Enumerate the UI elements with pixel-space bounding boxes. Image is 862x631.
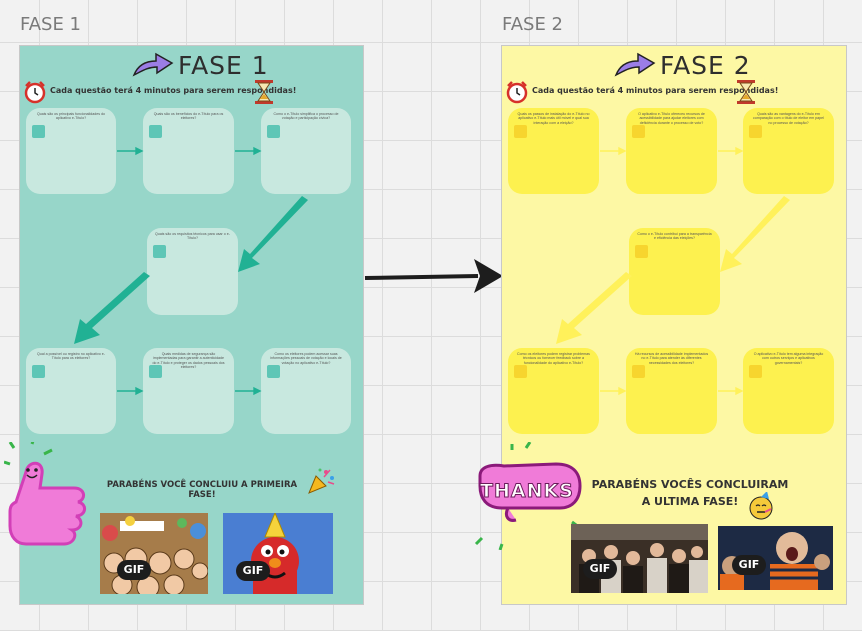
- flow-arrow-head: [135, 386, 144, 396]
- gif-stadium-crowd[interactable]: GIF: [571, 524, 708, 593]
- gif-badge: GIF: [732, 555, 766, 575]
- gif-elmo-party[interactable]: GIF: [223, 513, 333, 594]
- sticky-note[interactable]: [514, 125, 527, 138]
- thanks-sticker-text: THANKS: [480, 480, 574, 503]
- question-card[interactable]: Quais são as vantagens do e-Título em co…: [743, 108, 834, 194]
- question-text: Há recursos de acessibilidade implementa…: [634, 352, 709, 365]
- alarm-clock-icon: [24, 81, 46, 104]
- question-text: Quais são os benefícios do e-Título para…: [153, 112, 224, 121]
- flow-arrow-head: [735, 146, 744, 156]
- question-card[interactable]: O aplicativo e-Título tem alguma integra…: [743, 348, 834, 434]
- flow-arrow-head: [618, 146, 627, 156]
- gif-badge: GIF: [117, 560, 151, 580]
- question-card[interactable]: Quais os passos de instalação do e-Títul…: [508, 108, 599, 194]
- sticky-note[interactable]: [749, 365, 762, 378]
- diagonal-arrow: [238, 196, 308, 272]
- frame-label-fase-1[interactable]: FASE 1: [20, 14, 81, 35]
- sticky-note[interactable]: [635, 245, 648, 258]
- question-text: Como os eleitores podem acessar suas inf…: [270, 352, 342, 365]
- diagonal-arrow: [74, 272, 150, 344]
- question-text: Quais são as vantagens do e-Título em co…: [753, 112, 824, 125]
- question-card[interactable]: Como o e-Título contribui para a transpa…: [629, 228, 720, 315]
- sticky-note[interactable]: [632, 125, 645, 138]
- sticky-note[interactable]: [149, 365, 162, 378]
- flow-arrow-head: [253, 386, 262, 396]
- sticky-note[interactable]: [514, 365, 527, 378]
- question-card[interactable]: O aplicativo e-Título ofereceu recursos …: [626, 108, 717, 194]
- question-text: Quais são os principais funcionalidades …: [36, 112, 106, 121]
- board-fase-1[interactable]: FASE 1 Cada questão terá 4 minutos para …: [4, 45, 364, 605]
- congrats-message: PARABÉNS VOCÊ CONCLUIU A PRIMEIRA FASE!: [106, 480, 298, 500]
- gif-excited-fan[interactable]: GIF: [718, 526, 833, 590]
- sticky-note[interactable]: [749, 125, 762, 138]
- hourglass-icon: [737, 80, 755, 104]
- thumbs-up-icon: [4, 442, 86, 546]
- gif-thumbnail: [100, 513, 208, 594]
- sticky-note[interactable]: [153, 245, 166, 258]
- question-text: Qual a possível ou registro no aplicativ…: [37, 352, 105, 361]
- sticky-note[interactable]: [149, 125, 162, 138]
- gif-badge: GIF: [236, 561, 270, 581]
- question-card[interactable]: Como os eleitores podem registrar proble…: [508, 348, 599, 434]
- question-text: Quais medidas de segurança são implement…: [152, 352, 225, 370]
- pointing-arrow-icon: [132, 52, 174, 77]
- question-text: Quais são os requisitos técnicos para us…: [155, 232, 230, 241]
- pointing-arrow-icon: [614, 52, 656, 77]
- gif-badge: GIF: [583, 559, 617, 579]
- hourglass-icon: [255, 80, 273, 104]
- flow-arrow-head: [735, 386, 744, 396]
- question-card[interactable]: Quais são os principais funcionalidades …: [26, 108, 116, 194]
- alarm-clock-icon: [506, 81, 528, 104]
- sticky-note[interactable]: [32, 125, 45, 138]
- question-text: O aplicativo e-Título tem alguma integra…: [753, 352, 824, 365]
- question-card[interactable]: Qual a possível ou registro no aplicativ…: [26, 348, 116, 434]
- frame-label-fase-2[interactable]: FASE 2: [502, 14, 563, 35]
- board-title: FASE 1: [178, 51, 269, 80]
- sticky-note[interactable]: [267, 125, 280, 138]
- gif-celebration-crowd[interactable]: GIF: [100, 513, 208, 594]
- board-fase-2[interactable]: FASE 2 Cada questão terá 4 minutos para …: [474, 45, 847, 605]
- gif-thumbnail: [223, 513, 333, 594]
- question-text: Como o e-Título contribui para a transpa…: [637, 232, 712, 241]
- sticky-note[interactable]: [32, 365, 45, 378]
- question-text: Quais os passos de instalação do e-Títul…: [517, 112, 590, 125]
- board-title: FASE 2: [660, 51, 751, 80]
- flow-arrow-head: [253, 146, 262, 156]
- question-card[interactable]: Como os eleitores podem acessar suas inf…: [261, 348, 351, 434]
- question-card[interactable]: Quais medidas de segurança são implement…: [143, 348, 234, 434]
- sticky-note[interactable]: [632, 365, 645, 378]
- party-face-icon: [749, 492, 773, 520]
- sticky-note[interactable]: [267, 365, 280, 378]
- question-text: O aplicativo e-Título ofereceu recursos …: [638, 112, 705, 125]
- flow-arrow-head: [135, 146, 144, 156]
- question-card[interactable]: Há recursos de acessibilidade implementa…: [626, 348, 717, 434]
- diagonal-arrow: [720, 196, 790, 272]
- party-popper-icon: [308, 468, 335, 494]
- question-card[interactable]: Quais são os requisitos técnicos para us…: [147, 228, 238, 315]
- question-text: Como os eleitores podem registrar proble…: [517, 352, 590, 365]
- diagonal-arrow: [556, 272, 632, 344]
- flow-arrow-head: [618, 386, 627, 396]
- question-text: Como o e-Título simplifica o processo de…: [273, 112, 339, 121]
- question-card[interactable]: Como o e-Título simplifica o processo de…: [261, 108, 351, 194]
- question-card[interactable]: Quais são os benefícios do e-Título para…: [143, 108, 234, 194]
